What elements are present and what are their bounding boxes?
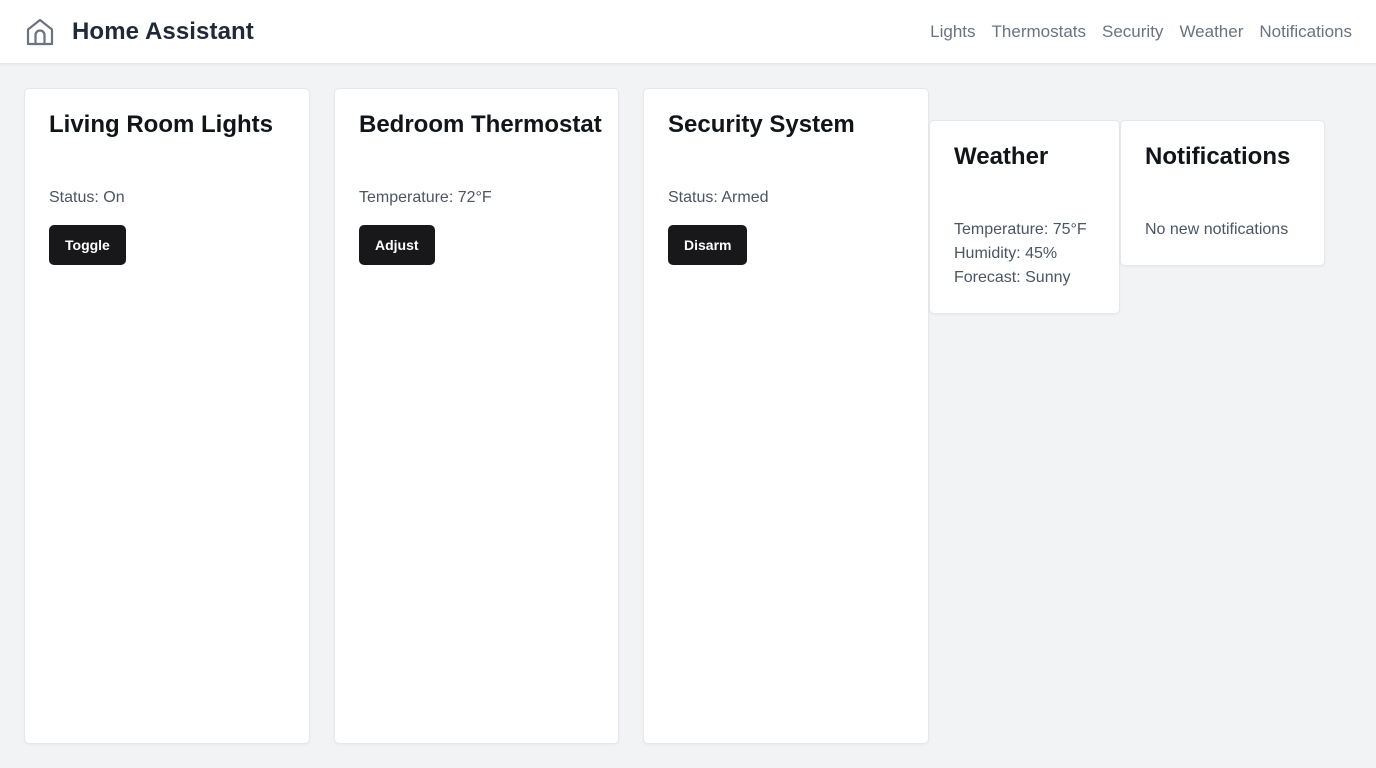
- thermostat-card-title: Bedroom Thermostat: [359, 111, 602, 138]
- thermostat-card: Bedroom Thermostat Temperature: 72°F Adj…: [334, 88, 619, 744]
- home-icon: [24, 16, 56, 48]
- main-nav: Lights Thermostats Security Weather Noti…: [930, 20, 1352, 44]
- nav-link-thermostats[interactable]: Thermostats: [992, 22, 1086, 42]
- notifications-message: No new notifications: [1145, 221, 1289, 238]
- nav-link-weather[interactable]: Weather: [1179, 22, 1243, 42]
- app-title: Home Assistant: [72, 18, 254, 45]
- weather-card-title: Weather: [954, 143, 1049, 170]
- security-status: Status: Armed: [668, 189, 769, 206]
- security-card-title: Security System: [668, 111, 855, 138]
- notifications-card: Notifications No new notifications: [1120, 120, 1325, 266]
- lights-card-title: Living Room Lights: [49, 111, 273, 138]
- weather-humidity: Humidity: 45%: [954, 245, 1058, 262]
- disarm-button[interactable]: Disarm: [668, 225, 748, 265]
- notifications-card-title: Notifications: [1145, 143, 1291, 170]
- weather-forecast: Forecast: Sunny: [954, 269, 1071, 286]
- lights-card: Living Room Lights Status: On Toggle: [24, 88, 310, 744]
- brand[interactable]: Home Assistant: [24, 14, 254, 50]
- nav-link-lights[interactable]: Lights: [930, 22, 975, 42]
- weather-card: Weather Temperature: 75°F Humidity: 45% …: [929, 120, 1120, 314]
- lights-status: Status: On: [49, 189, 125, 206]
- security-card: Security System Status: Armed Disarm: [643, 88, 929, 744]
- nav-link-notifications[interactable]: Notifications: [1259, 22, 1352, 42]
- thermostat-temperature: Temperature: 72°F: [359, 189, 492, 206]
- adjust-button[interactable]: Adjust: [359, 225, 435, 265]
- weather-temperature: Temperature: 75°F: [954, 221, 1087, 238]
- top-bar: Home Assistant Lights Thermostats Securi…: [0, 0, 1376, 64]
- nav-link-security[interactable]: Security: [1102, 22, 1163, 42]
- toggle-button[interactable]: Toggle: [49, 225, 126, 265]
